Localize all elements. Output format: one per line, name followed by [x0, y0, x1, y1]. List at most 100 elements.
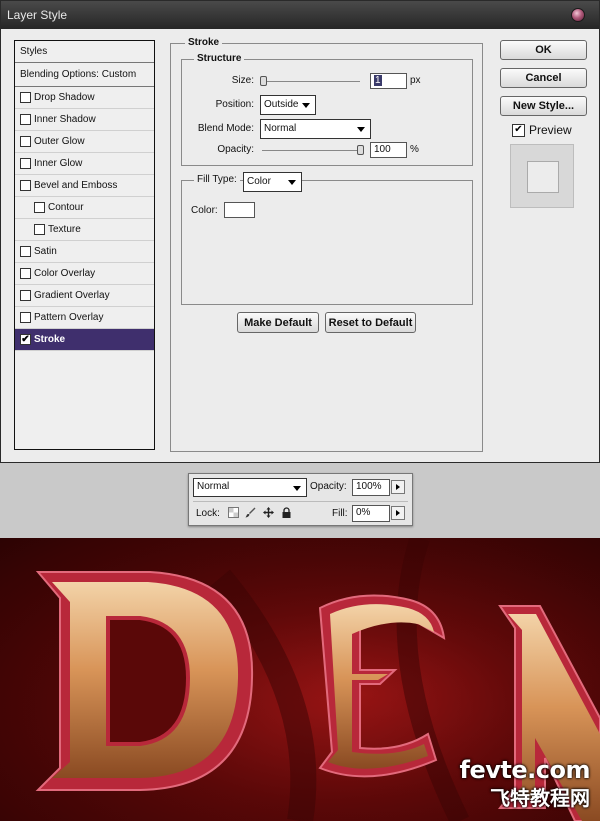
color-label: Color:: [191, 205, 218, 216]
style-item-label: Contour: [48, 202, 84, 213]
chevron-down-icon: [288, 180, 296, 185]
new-style-label: New Style...: [512, 100, 575, 112]
layer-opacity-field[interactable]: 100%: [352, 479, 390, 496]
style-item-contour[interactable]: Contour: [15, 197, 154, 219]
opacity-arrow-icon[interactable]: [391, 480, 405, 494]
new-style-button[interactable]: New Style...: [500, 96, 587, 116]
size-field[interactable]: 1: [370, 73, 407, 89]
position-value: Outside: [264, 99, 299, 110]
layers-options-bar: Normal Opacity: 100% Lock: Fill: 0%: [188, 473, 413, 526]
fill-type-select[interactable]: Color: [243, 172, 302, 192]
ok-label: OK: [535, 44, 552, 56]
preview-swatch: [527, 161, 559, 193]
opacity-unit: %: [410, 144, 419, 155]
window-title: Layer Style: [7, 8, 68, 22]
style-item-label: Stroke: [34, 334, 66, 345]
opacity-slider-thumb[interactable]: [357, 145, 364, 155]
chevron-down-icon: [293, 486, 301, 491]
style-item-bevel-and-emboss[interactable]: Bevel and Emboss: [15, 175, 154, 197]
checkbox-icon[interactable]: [20, 268, 31, 279]
style-item-label: Pattern Overlay: [34, 312, 104, 323]
size-slider-thumb[interactable]: [260, 76, 267, 86]
make-default-button[interactable]: Make Default: [237, 312, 319, 333]
blending-options-label: Blending Options: Custom: [20, 69, 137, 80]
layer-style-dialog: Layer Style Styles Blending Options: Cus…: [0, 0, 600, 463]
brush-icon[interactable]: [245, 507, 256, 518]
watermark-main: fevte.com: [459, 756, 591, 784]
style-item-drop-shadow[interactable]: Drop Shadow: [15, 87, 154, 109]
position-select[interactable]: Outside: [260, 95, 316, 115]
style-item-label: Drop Shadow: [34, 92, 95, 103]
checkbox-icon[interactable]: [20, 114, 31, 125]
opacity-slider-track[interactable]: [262, 150, 360, 151]
color-swatch[interactable]: [224, 202, 255, 218]
stroke-group: Stroke Structure Size: 1 px Position: Ou…: [170, 37, 483, 452]
style-item-stroke[interactable]: ✔ Stroke: [15, 329, 154, 351]
checkbox-icon[interactable]: [20, 158, 31, 169]
move-icon[interactable]: [263, 507, 274, 518]
style-item-pattern-overlay[interactable]: Pattern Overlay: [15, 307, 154, 329]
lock-icon[interactable]: [281, 507, 292, 518]
styles-header[interactable]: Styles: [15, 41, 154, 63]
watermark: fevte.com 飞特教程网: [459, 756, 591, 811]
fill-label: Fill:: [332, 508, 348, 519]
structure-group: Structure Size: 1 px Position: Outside B…: [181, 53, 473, 166]
style-item-label: Bevel and Emboss: [34, 180, 118, 191]
style-item-outer-glow[interactable]: Outer Glow: [15, 131, 154, 153]
style-item-label: Color Overlay: [34, 268, 96, 279]
blend-mode-value: Normal: [264, 123, 297, 134]
blending-options-item[interactable]: Blending Options: Custom: [15, 63, 154, 87]
checkbox-icon[interactable]: [20, 180, 31, 191]
opacity-field[interactable]: 100: [370, 142, 407, 158]
size-value: 1: [374, 75, 382, 86]
style-item-label: Inner Glow: [34, 158, 83, 169]
blend-mode-select[interactable]: Normal: [260, 119, 371, 139]
checkbox-icon[interactable]: [20, 136, 31, 147]
lock-transparency-icon[interactable]: [228, 507, 239, 518]
style-item-label: Gradient Overlay: [34, 290, 110, 301]
fill-type-label: Fill Type:: [194, 174, 240, 185]
reset-to-default-button[interactable]: Reset to Default: [325, 312, 416, 333]
fill-arrow-icon[interactable]: [391, 506, 405, 520]
style-item-label: Satin: [34, 246, 57, 257]
ok-button[interactable]: OK: [500, 40, 587, 60]
stroke-title: Stroke: [185, 37, 223, 48]
fill-type-value: Color: [247, 176, 271, 187]
checkbox-icon[interactable]: ✔: [512, 123, 525, 137]
lock-label: Lock:: [196, 508, 220, 519]
divider: [193, 501, 408, 502]
fill-type-group: Fill Type: Color Color:: [181, 172, 473, 305]
checkbox-icon[interactable]: [20, 290, 31, 301]
opacity-value: 100: [374, 144, 391, 155]
style-item-texture[interactable]: Texture: [15, 219, 154, 241]
preview-checkbox[interactable]: ✔ Preview: [512, 123, 572, 137]
cancel-label: Cancel: [525, 72, 562, 84]
checkbox-icon[interactable]: ✔: [20, 334, 31, 345]
checkbox-icon[interactable]: [34, 224, 45, 235]
close-icon[interactable]: [571, 8, 585, 22]
cancel-button[interactable]: Cancel: [500, 68, 587, 88]
artwork-canvas: fevte.com 飞特教程网: [0, 538, 600, 821]
layer-blend-value: Normal: [197, 481, 230, 492]
size-unit: px: [410, 75, 421, 86]
style-item-label: Inner Shadow: [34, 114, 96, 125]
fill-value: 0%: [356, 507, 371, 518]
letter-d: [35, 571, 254, 791]
style-item-color-overlay[interactable]: Color Overlay: [15, 263, 154, 285]
checkbox-icon[interactable]: [20, 246, 31, 257]
style-item-gradient-overlay[interactable]: Gradient Overlay: [15, 285, 154, 307]
layer-opacity-label: Opacity:: [310, 481, 347, 492]
style-item-inner-shadow[interactable]: Inner Shadow: [15, 109, 154, 131]
layer-blend-select[interactable]: Normal: [193, 478, 307, 497]
size-slider-track[interactable]: [262, 81, 360, 82]
checkbox-icon[interactable]: [20, 312, 31, 323]
checkbox-icon[interactable]: [34, 202, 45, 213]
style-item-satin[interactable]: Satin: [15, 241, 154, 263]
style-item-label: Texture: [48, 224, 81, 235]
style-item-label: Outer Glow: [34, 136, 85, 147]
checkbox-icon[interactable]: [20, 92, 31, 103]
structure-title: Structure: [194, 53, 245, 64]
fill-field[interactable]: 0%: [352, 505, 390, 522]
style-item-inner-glow[interactable]: Inner Glow: [15, 153, 154, 175]
opacity-label: Opacity:: [217, 144, 254, 155]
